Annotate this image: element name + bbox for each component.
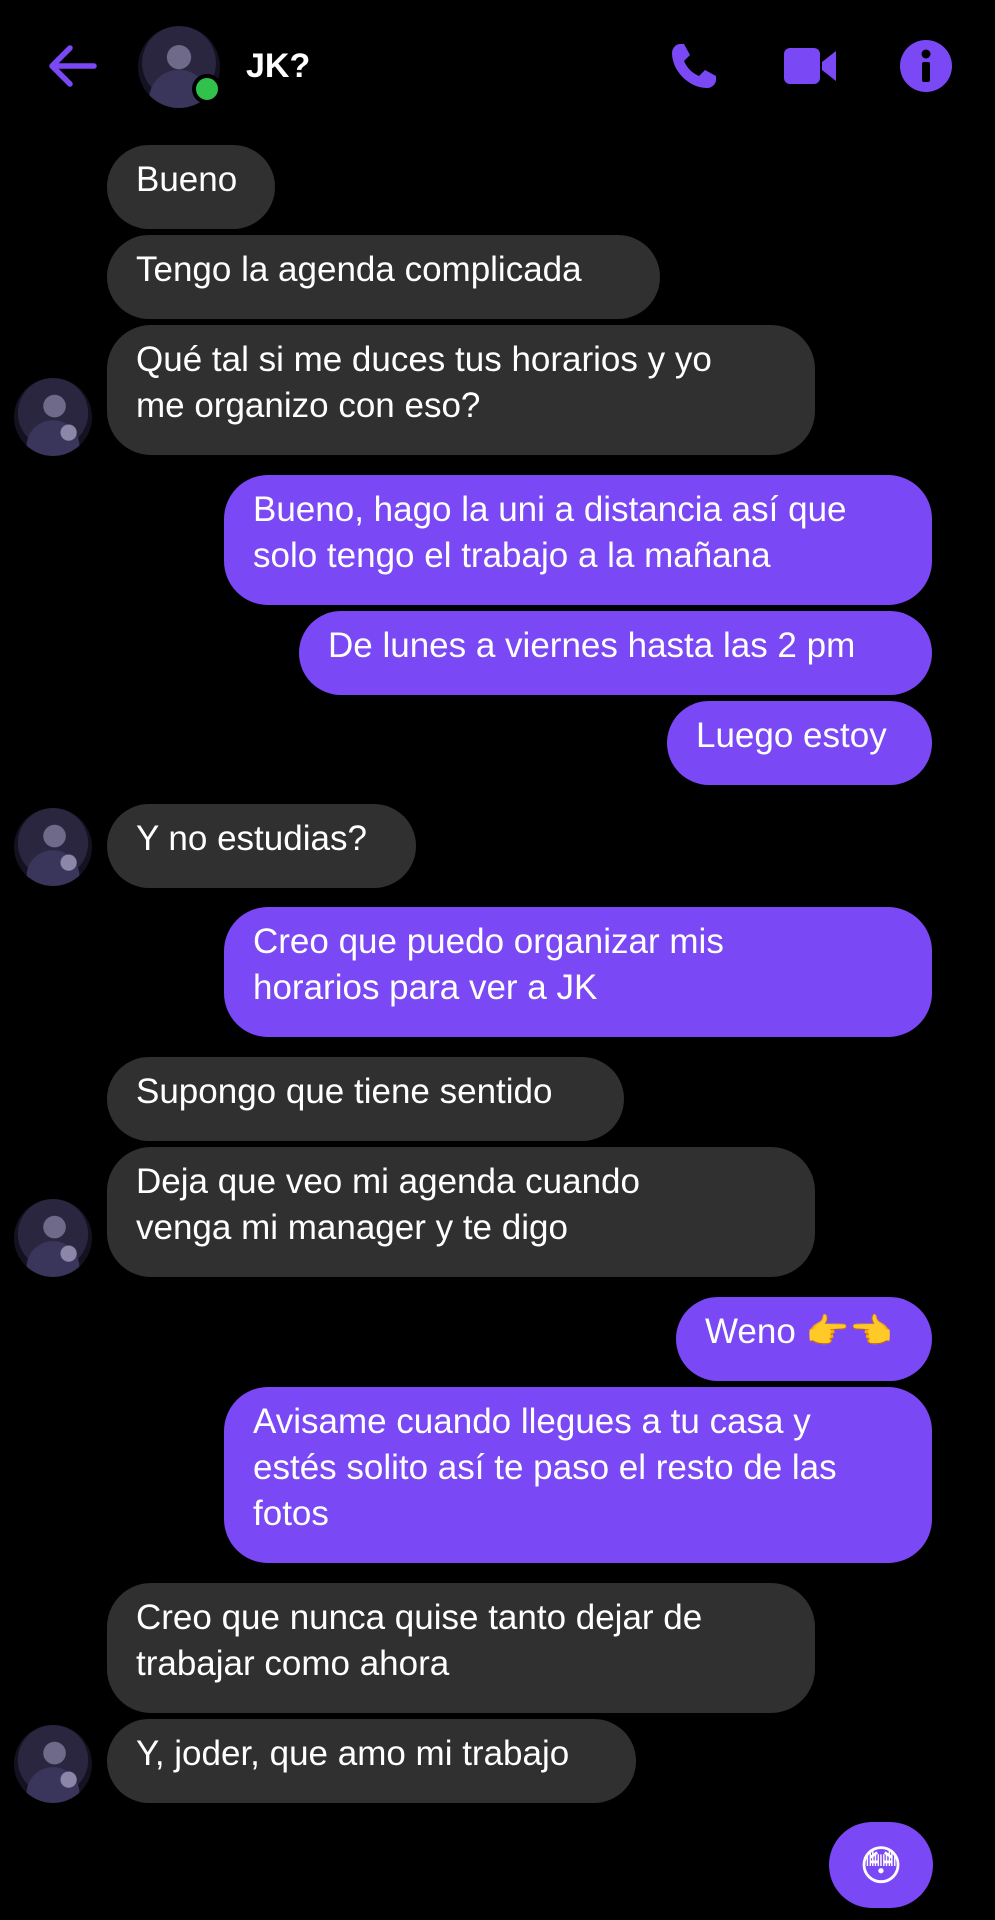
received-message[interactable]: Y no estudias? bbox=[107, 804, 416, 888]
received-message[interactable]: Y, joder, que amo mi trabajo bbox=[107, 1719, 636, 1803]
sent-message[interactable]: Bueno, hago la uni a distancia así que s… bbox=[224, 475, 932, 605]
message-text: Y, joder, que amo mi trabajo bbox=[136, 1734, 570, 1773]
sent-message[interactable]: Creo que puedo organizar mis horarios pa… bbox=[224, 907, 932, 1037]
sent-message[interactable]: Avisame cuando llegues a tu casa y estés… bbox=[224, 1387, 932, 1563]
message-line: Creo que nunca quise tanto dejar de bbox=[136, 1598, 703, 1637]
message-line: estés solito así te paso el resto de las bbox=[253, 1448, 837, 1487]
received-message[interactable]: Deja que veo mi agenda cuando venga mi m… bbox=[107, 1147, 815, 1277]
contact-avatar-small[interactable] bbox=[14, 1725, 92, 1803]
message-line: fotos bbox=[253, 1494, 329, 1533]
contact-name[interactable]: JK? bbox=[246, 46, 310, 86]
back-arrow-icon[interactable] bbox=[44, 38, 100, 94]
message-line: horarios para ver a JK bbox=[253, 968, 598, 1007]
message-line: me organizo con eso? bbox=[136, 386, 481, 425]
received-message[interactable]: Qué tal si me duces tus horarios y yo me… bbox=[107, 325, 815, 455]
message-line: Avisame cuando llegues a tu casa y bbox=[253, 1402, 811, 1441]
flushed-face-icon: 😳 bbox=[859, 1841, 903, 1889]
message-line: Bueno, hago la uni a distancia así que bbox=[253, 490, 847, 529]
received-message[interactable]: Supongo que tiene sentido bbox=[107, 1057, 624, 1141]
received-message[interactable]: Creo que nunca quise tanto dejar de trab… bbox=[107, 1583, 815, 1713]
message-text: Y no estudias? bbox=[136, 819, 367, 858]
contact-avatar[interactable] bbox=[138, 26, 222, 108]
message-line: Deja que veo mi agenda cuando bbox=[136, 1162, 640, 1201]
message-text: Weno 👉👈 bbox=[705, 1312, 893, 1351]
sent-message[interactable]: Luego estoy bbox=[667, 701, 932, 785]
message-line: trabajar como ahora bbox=[136, 1644, 450, 1683]
message-text: Luego estoy bbox=[696, 716, 887, 755]
message-text: De lunes a viernes hasta las 2 pm bbox=[328, 626, 856, 665]
message-text: Supongo que tiene sentido bbox=[136, 1072, 553, 1111]
sent-message[interactable]: Weno 👉👈 bbox=[676, 1297, 932, 1381]
message-line: venga mi manager y te digo bbox=[136, 1208, 568, 1247]
contact-avatar-small[interactable] bbox=[14, 1199, 92, 1277]
online-status-dot bbox=[192, 74, 222, 104]
message-line: Creo que puedo organizar mis bbox=[253, 922, 724, 961]
sent-message[interactable]: De lunes a viernes hasta las 2 pm bbox=[299, 611, 932, 695]
received-message[interactable]: Tengo la agenda complicada bbox=[107, 235, 660, 319]
contact-avatar-small[interactable] bbox=[14, 378, 92, 456]
phone-icon[interactable] bbox=[666, 38, 722, 94]
message-text: Bueno bbox=[136, 160, 238, 199]
message-line: Qué tal si me duces tus horarios y yo bbox=[136, 340, 712, 379]
message-text: Tengo la agenda complicada bbox=[136, 250, 582, 289]
received-message[interactable]: Bueno bbox=[107, 145, 275, 229]
contact-avatar-small[interactable] bbox=[14, 808, 92, 886]
video-camera-icon[interactable] bbox=[782, 38, 838, 94]
info-icon[interactable] bbox=[898, 38, 954, 94]
chat-header: JK? bbox=[0, 0, 995, 130]
message-line: solo tengo el trabajo a la mañana bbox=[253, 536, 771, 575]
quick-reaction-button[interactable]: 😳 bbox=[829, 1822, 933, 1908]
